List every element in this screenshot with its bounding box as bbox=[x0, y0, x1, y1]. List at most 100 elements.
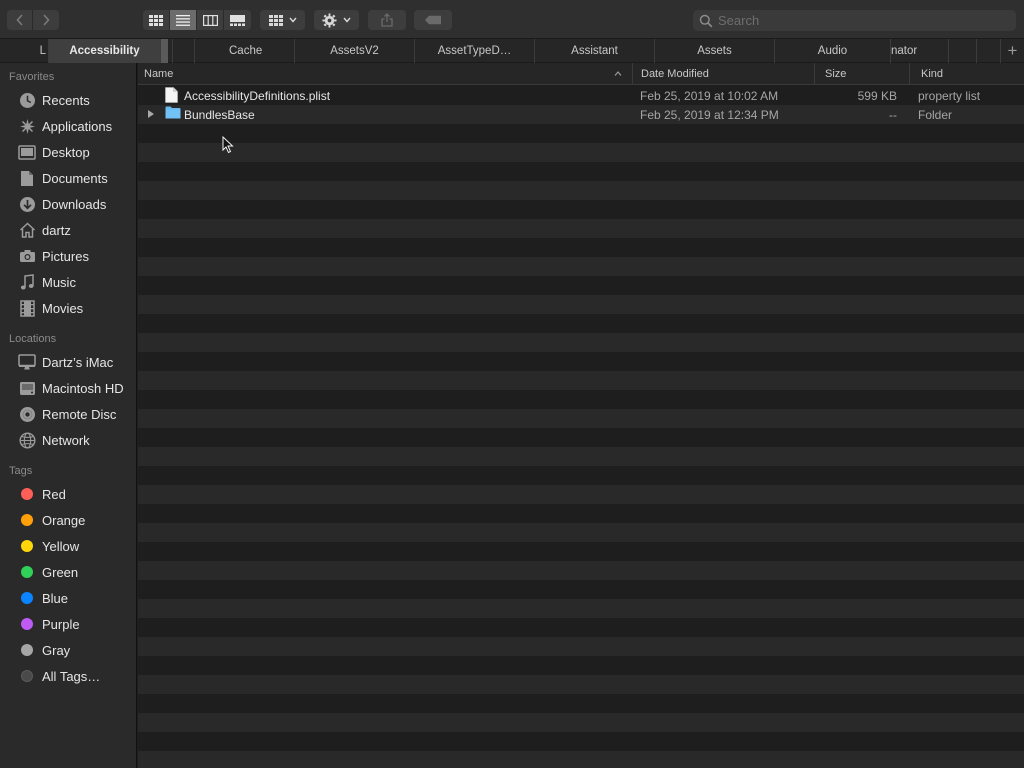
chevron-down-icon bbox=[288, 17, 297, 23]
clock-icon bbox=[18, 91, 36, 109]
list-view-button[interactable] bbox=[170, 10, 197, 30]
forward-button[interactable] bbox=[33, 10, 59, 30]
tag-dot-icon bbox=[18, 667, 36, 685]
tag-dot-icon bbox=[18, 485, 36, 503]
search-input[interactable] bbox=[718, 13, 1008, 28]
sidebar-tag-green[interactable]: Green bbox=[0, 560, 137, 584]
sidebar-item-movies[interactable]: Movies bbox=[0, 296, 137, 320]
tab-label: L bbox=[39, 45, 46, 57]
sidebar-item-dartz[interactable]: dartz bbox=[0, 218, 137, 242]
tab-assistant[interactable]: Assistant bbox=[534, 39, 654, 63]
sidebar-tag-yellow[interactable]: Yellow bbox=[0, 534, 137, 558]
table-row[interactable]: BundlesBase Feb 25, 2019 at 12:34 PM -- … bbox=[138, 105, 1024, 124]
tab-accessibility[interactable]: Accessibility bbox=[48, 39, 160, 63]
date-column-header[interactable]: Date Modified bbox=[632, 63, 812, 85]
tab-label: Assets bbox=[697, 45, 732, 57]
tab-assets[interactable]: Assets bbox=[654, 39, 774, 63]
favorites-heading: Favorites bbox=[9, 71, 55, 83]
plus-icon: + bbox=[1007, 41, 1018, 60]
sidebar-item-documents[interactable]: Documents bbox=[0, 166, 137, 190]
share-button[interactable] bbox=[368, 10, 406, 30]
tab-nator[interactable]: nator bbox=[890, 39, 948, 63]
tab-cache[interactable]: Cache bbox=[194, 39, 294, 63]
tag-dot-icon bbox=[18, 511, 36, 529]
folder-icon bbox=[165, 106, 181, 119]
film-icon bbox=[18, 299, 36, 317]
kind-column-header[interactable]: Kind bbox=[909, 63, 1024, 85]
file-kind: Folder bbox=[918, 107, 953, 122]
tab-label: AssetsV2 bbox=[330, 45, 379, 57]
tab-audio[interactable]: Audio bbox=[774, 39, 890, 63]
file-kind: property list bbox=[918, 88, 981, 103]
group-button[interactable] bbox=[260, 10, 305, 30]
sidebar-item-macintosh-hd[interactable]: Macintosh HD bbox=[0, 376, 137, 400]
tab-label: Cache bbox=[229, 45, 263, 57]
new-tab-button[interactable]: + bbox=[1000, 39, 1024, 63]
tab-4[interactable] bbox=[172, 39, 194, 63]
file-size: 599 KB bbox=[857, 88, 897, 103]
sidebar-tag-gray[interactable]: Gray bbox=[0, 638, 137, 662]
sidebar-tag-orange[interactable]: Orange bbox=[0, 508, 137, 532]
mouse-pointer-icon bbox=[222, 136, 234, 154]
tab-13[interactable] bbox=[976, 39, 1000, 63]
toolbar bbox=[0, 0, 1024, 38]
chevron-right-icon bbox=[43, 14, 50, 26]
search-field[interactable] bbox=[693, 10, 1016, 31]
blue-dot-icon bbox=[21, 592, 33, 604]
column-view-button[interactable] bbox=[197, 10, 224, 30]
tag-dot-icon bbox=[18, 589, 36, 607]
sidebar-item-applications[interactable]: Applications bbox=[0, 114, 137, 138]
name-column-header[interactable]: Name bbox=[138, 63, 630, 85]
tab-12[interactable] bbox=[948, 39, 976, 63]
desktop-icon bbox=[18, 143, 36, 161]
action-button[interactable] bbox=[314, 10, 359, 30]
sidebar-item-label: Dartz’s iMac bbox=[42, 354, 114, 370]
sidebar-item-remote-disc[interactable]: Remote Disc bbox=[0, 402, 137, 426]
imac-icon bbox=[18, 353, 36, 371]
sidebar-item-music[interactable]: Music bbox=[0, 270, 137, 294]
sidebar-item-label: Purple bbox=[42, 616, 80, 632]
gray-dot-icon bbox=[21, 644, 33, 656]
tag-dot-icon bbox=[18, 615, 36, 633]
size-column-header[interactable]: Size bbox=[814, 63, 908, 85]
tag-dot-icon bbox=[18, 641, 36, 659]
sidebar-item-label: Gray bbox=[42, 642, 71, 658]
tab-label: nator bbox=[891, 45, 918, 57]
download-icon bbox=[18, 195, 36, 213]
search-icon bbox=[699, 14, 713, 27]
sidebar-item-recents[interactable]: Recents bbox=[0, 88, 137, 112]
sidebar-item-imac[interactable]: Dartz’s iMac bbox=[0, 350, 137, 374]
tags-button[interactable] bbox=[414, 10, 452, 30]
sidebar-item-downloads[interactable]: Downloads bbox=[0, 192, 137, 216]
gallery-view-button[interactable] bbox=[224, 10, 251, 30]
sidebar-item-desktop[interactable]: Desktop bbox=[0, 140, 137, 164]
sidebar-item-network[interactable]: Network bbox=[0, 428, 137, 452]
tab-3[interactable] bbox=[160, 39, 168, 63]
table-row[interactable]: AccessibilityDefinitions.plist Feb 25, 2… bbox=[138, 86, 1024, 105]
sidebar-item-label: Blue bbox=[42, 590, 69, 606]
sidebar-tag-all-tags[interactable]: All Tags… bbox=[0, 664, 137, 688]
sidebar-item-label: Red bbox=[42, 486, 66, 502]
sidebar-item-pictures[interactable]: Pictures bbox=[0, 244, 137, 268]
gallery-icon bbox=[230, 14, 245, 26]
sidebar-item-label: Documents bbox=[42, 170, 108, 186]
sidebar-tag-purple[interactable]: Purple bbox=[0, 612, 137, 636]
hard-drive-icon bbox=[18, 379, 36, 397]
tab-1[interactable]: L bbox=[0, 39, 48, 63]
tab-assetsv2[interactable]: AssetsV2 bbox=[294, 39, 414, 63]
sidebar-tag-red[interactable]: Red bbox=[0, 482, 137, 506]
disclosure-triangle-icon[interactable] bbox=[146, 109, 156, 119]
column-header: Name Date Modified Size Kind bbox=[138, 63, 1024, 85]
gear-icon bbox=[322, 12, 337, 28]
icon-view-button[interactable] bbox=[143, 10, 170, 30]
back-button[interactable] bbox=[7, 10, 33, 30]
sidebar-tag-blue[interactable]: Blue bbox=[0, 586, 137, 610]
column-title: Name bbox=[144, 68, 174, 80]
sidebar-item-label: Yellow bbox=[42, 538, 80, 554]
locations-heading: Locations bbox=[9, 333, 57, 345]
sidebar-item-label: Macintosh HD bbox=[42, 380, 124, 396]
file-date: Feb 25, 2019 at 12:34 PM bbox=[640, 107, 779, 122]
sort-ascending-icon bbox=[614, 71, 622, 76]
tab-assettyped[interactable]: AssetTypeD… bbox=[414, 39, 534, 63]
tag-dot-icon bbox=[18, 537, 36, 555]
